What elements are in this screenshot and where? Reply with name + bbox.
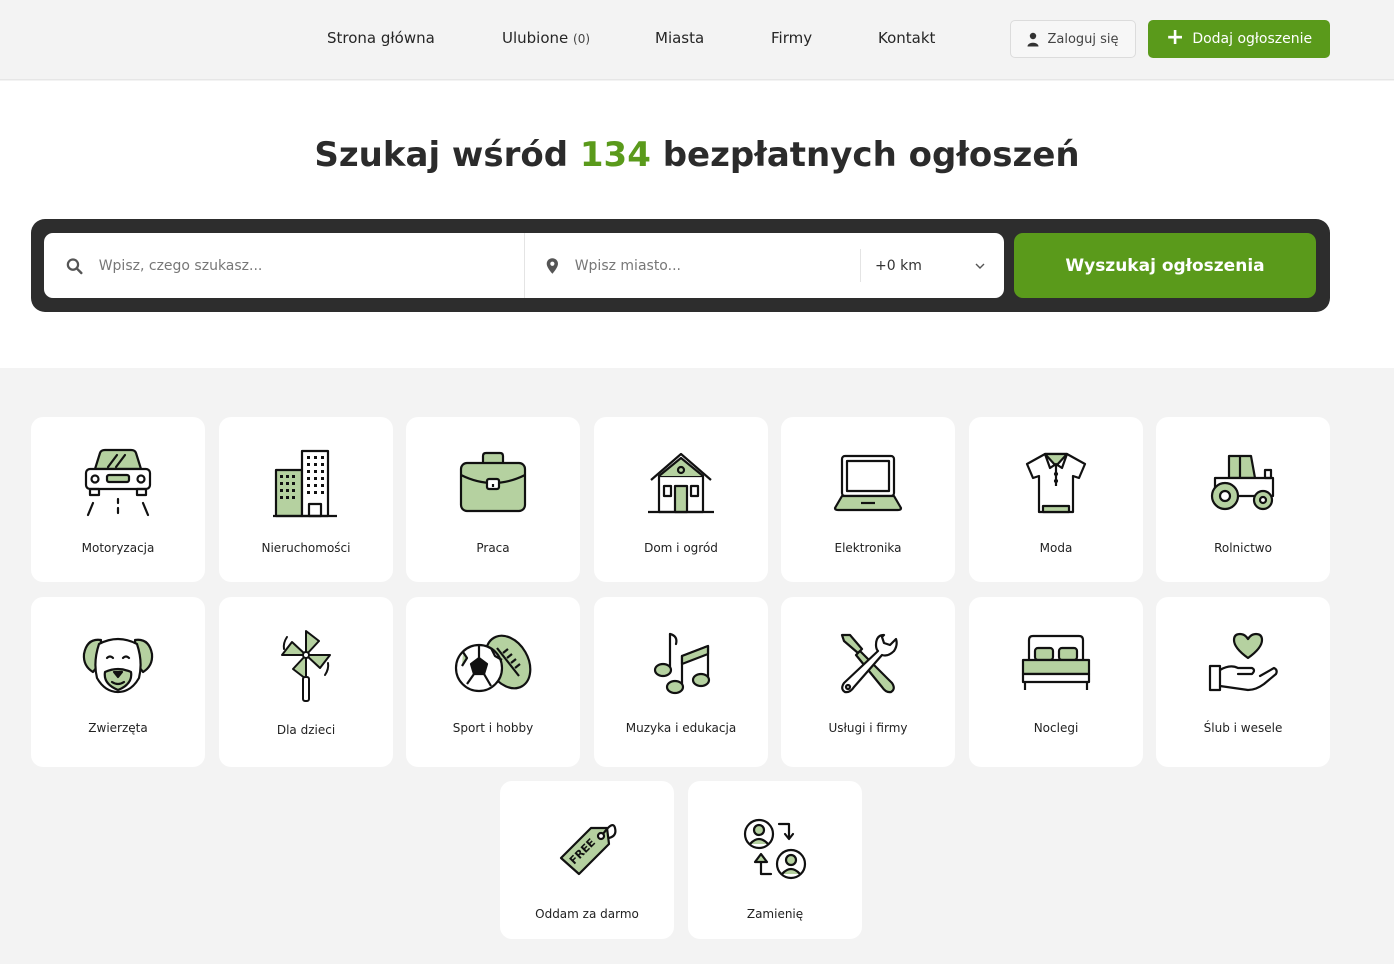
category-label: Nieruchomości: [261, 541, 351, 555]
briefcase-icon: [453, 445, 533, 521]
category-label: Noclegi: [1033, 721, 1079, 735]
search-fields: +0 km: [44, 233, 1004, 298]
category-sport-i-hobby[interactable]: Sport i hobby: [406, 597, 580, 767]
add-listing-label: Dodaj ogłoszenie: [1192, 31, 1313, 47]
pinwheel-icon: [266, 627, 346, 703]
category-label: Praca: [476, 541, 510, 555]
music-notes-icon: [641, 625, 721, 701]
radius-divider: [860, 249, 861, 282]
category-noclegi[interactable]: Noclegi: [969, 597, 1143, 767]
category-zamienie[interactable]: Zamienię: [688, 781, 862, 939]
category-motoryzacja[interactable]: Motoryzacja: [31, 417, 205, 582]
city-field: [546, 233, 856, 298]
category-moda[interactable]: Moda: [969, 417, 1143, 582]
plus-icon: +: [1165, 25, 1185, 50]
radius-select[interactable]: +0 km: [875, 233, 985, 298]
listing-count: 134: [579, 135, 651, 175]
swap-users-icon: [735, 811, 815, 887]
category-label: Dom i ogród: [644, 541, 718, 555]
radius-value: +0 km: [875, 257, 922, 274]
balls-icon: [453, 625, 533, 701]
nav-contact[interactable]: Kontakt: [878, 29, 935, 47]
category-label: Ślub i wesele: [1203, 721, 1283, 735]
house-icon: [641, 445, 721, 521]
user-icon: [1027, 32, 1039, 46]
laptop-icon: [828, 445, 908, 521]
category-label: Dla dzieci: [276, 723, 336, 737]
login-button[interactable]: Zaloguj się: [1010, 20, 1136, 58]
add-listing-button[interactable]: + Dodaj ogłoszenie: [1148, 20, 1330, 58]
buildings-icon: [266, 445, 346, 521]
category-label: Usługi i firmy: [828, 721, 908, 735]
car-icon: [78, 445, 158, 521]
category-rolnictwo[interactable]: Rolnictwo: [1156, 417, 1330, 582]
search-icon: [66, 257, 83, 274]
category-label: Elektronika: [834, 541, 902, 555]
nav-home[interactable]: Strona główna: [327, 29, 435, 47]
header: Strona główna Ulubione (0) Miasta Firmy …: [0, 0, 1394, 80]
field-divider: [524, 233, 525, 298]
category-label: Oddam za darmo: [535, 907, 639, 921]
bed-icon: [1016, 625, 1096, 701]
category-nieruchomosci[interactable]: Nieruchomości: [219, 417, 393, 582]
category-label: Sport i hobby: [452, 721, 534, 735]
tools-icon: [828, 625, 908, 701]
shirt-icon: [1016, 445, 1096, 521]
category-oddam-za-darmo[interactable]: FREE Oddam za darmo: [500, 781, 674, 939]
category-label: Zwierzęta: [88, 721, 148, 735]
search-button[interactable]: Wyszukaj ogłoszenia: [1014, 233, 1316, 298]
chevron-down-icon: [975, 263, 985, 269]
search-input[interactable]: [98, 257, 521, 274]
category-label: Motoryzacja: [81, 541, 155, 555]
favorites-count: (0): [573, 32, 591, 46]
category-elektronika[interactable]: Elektronika: [781, 417, 955, 582]
free-tag-icon: FREE: [547, 811, 627, 887]
category-label: Rolnictwo: [1214, 541, 1272, 555]
hero-section: Szukaj wśród 134 bezpłatnych ogłoszeń +0…: [0, 81, 1394, 368]
category-uslugi-i-firmy[interactable]: Usługi i firmy: [781, 597, 955, 767]
category-zwierzeta[interactable]: Zwierzęta: [31, 597, 205, 767]
tractor-icon: [1203, 445, 1283, 521]
category-muzyka-i-edukacja[interactable]: Muzyka i edukacja: [594, 597, 768, 767]
category-dom-i-ogrod[interactable]: Dom i ogród: [594, 417, 768, 582]
category-label: Moda: [1039, 541, 1073, 555]
category-slub-i-wesele[interactable]: Ślub i wesele: [1156, 597, 1330, 767]
category-label: Zamienię: [746, 907, 804, 921]
search-bar: +0 km Wyszukaj ogłoszenia: [31, 219, 1330, 312]
category-label: Muzyka i edukacja: [625, 721, 737, 735]
dog-icon: [78, 625, 158, 701]
nav-favorites-label: Ulubione: [502, 29, 569, 47]
city-input[interactable]: [574, 257, 856, 274]
page-title: Szukaj wśród 134 bezpłatnych ogłoszeń: [0, 135, 1394, 175]
query-field: [66, 233, 521, 298]
category-dla-dzieci[interactable]: Dla dzieci: [219, 597, 393, 767]
location-pin-icon: [546, 257, 558, 274]
title-start: Szukaj wśród: [314, 135, 580, 175]
heart-hand-icon: [1203, 625, 1283, 701]
category-praca[interactable]: Praca: [406, 417, 580, 582]
nav-companies[interactable]: Firmy: [771, 29, 812, 47]
title-end: bezpłatnych ogłoszeń: [662, 135, 1080, 175]
nav-cities[interactable]: Miasta: [655, 29, 704, 47]
login-label: Zaloguj się: [1047, 31, 1119, 47]
nav-favorites[interactable]: Ulubione (0): [502, 29, 590, 47]
